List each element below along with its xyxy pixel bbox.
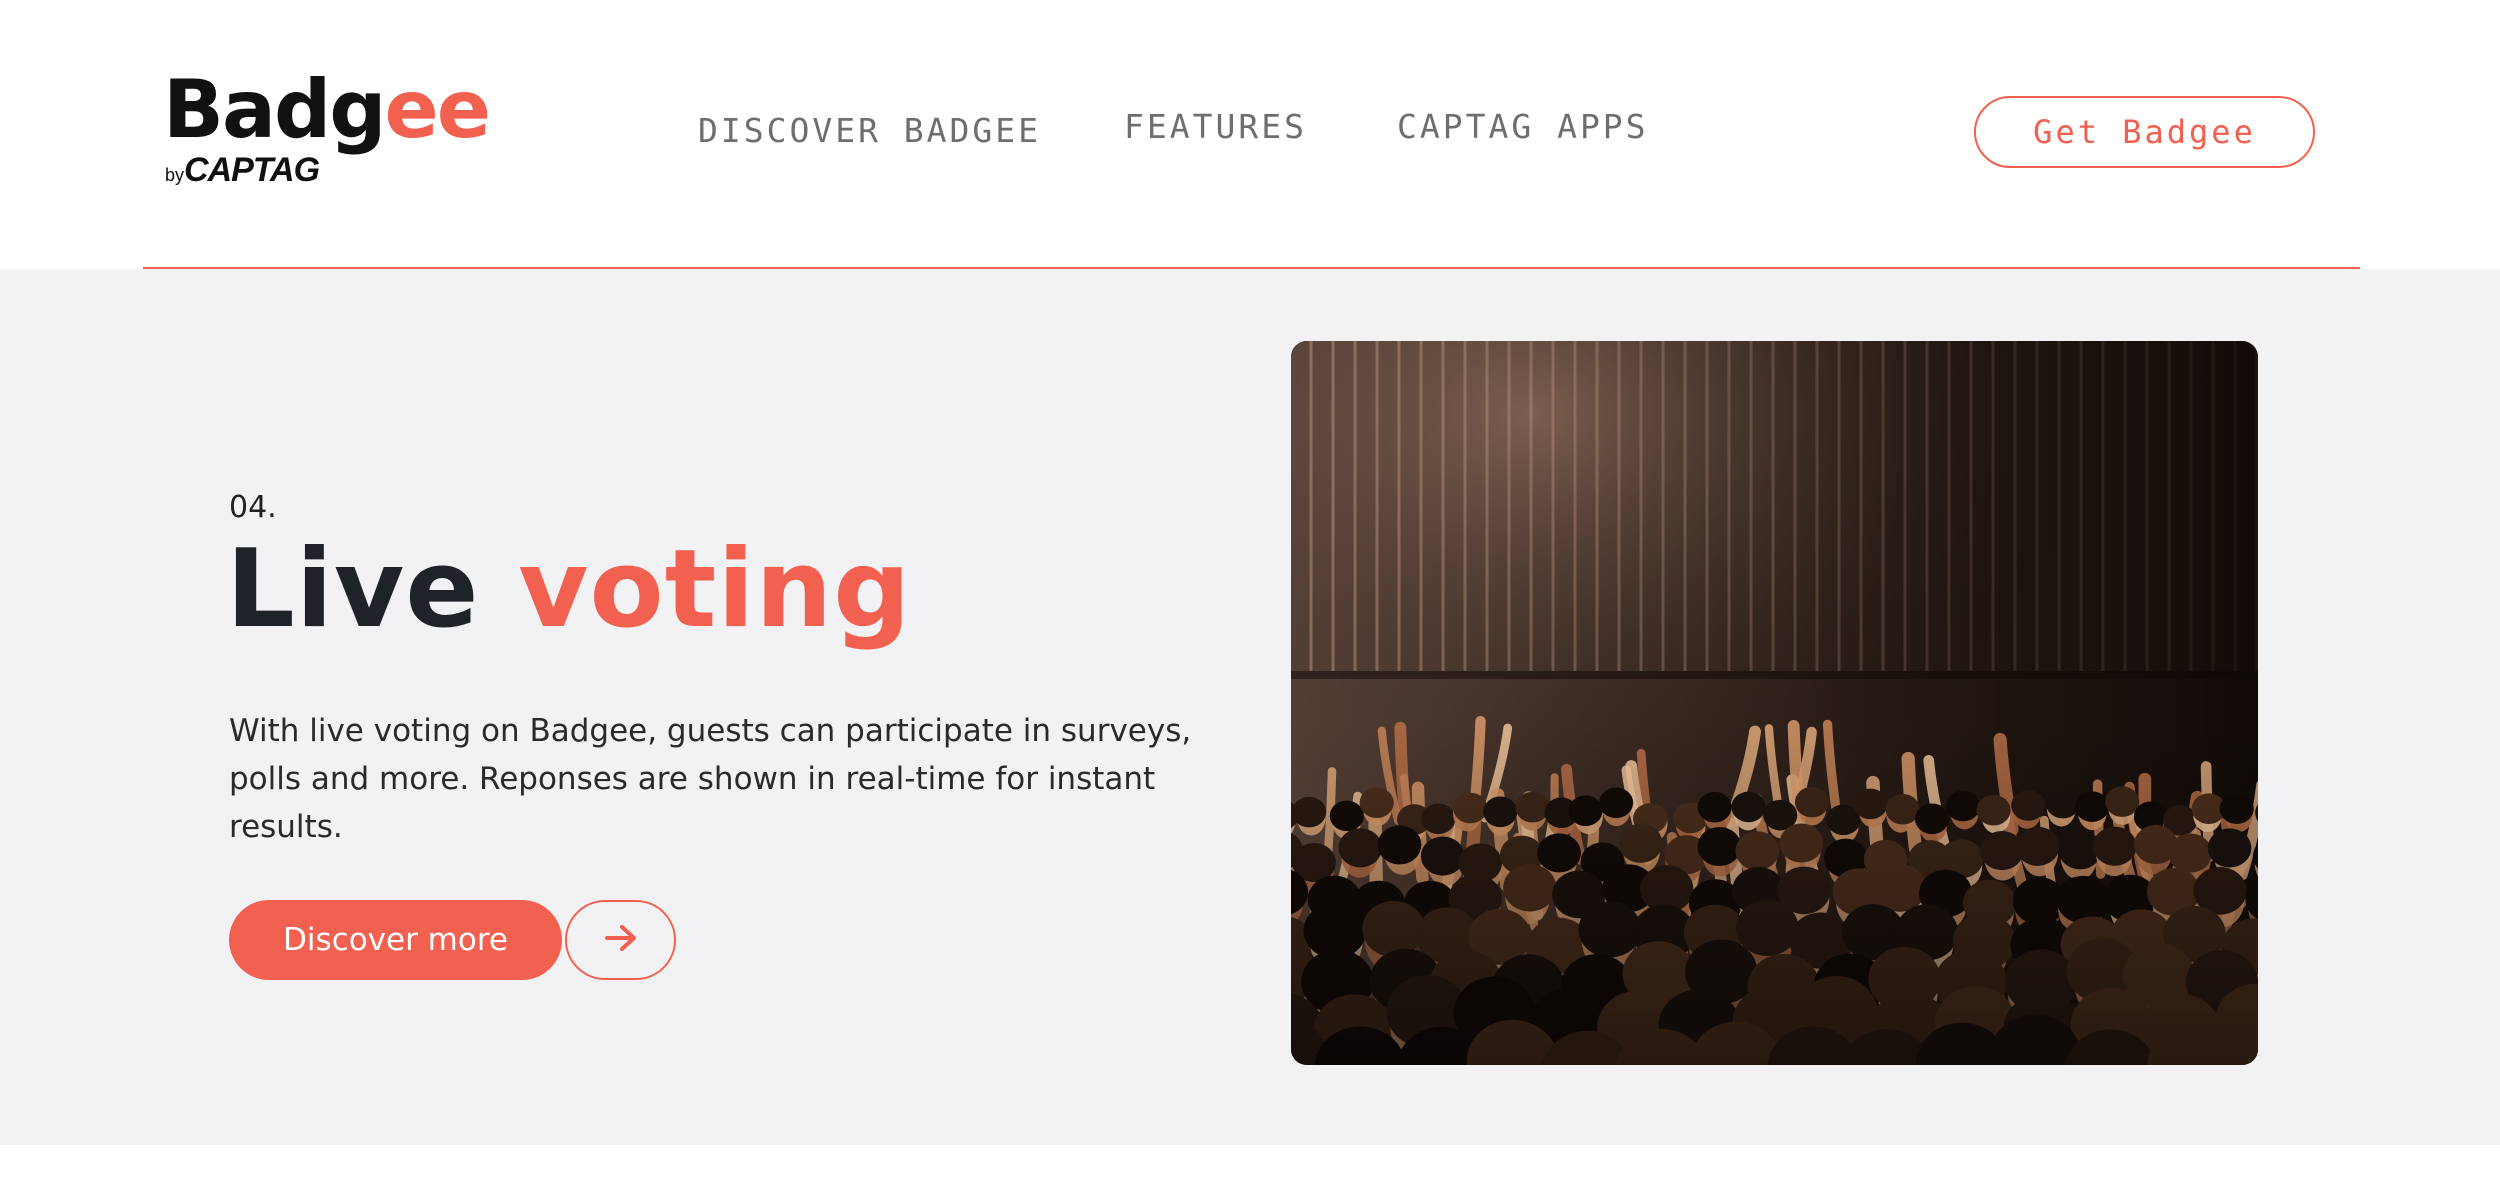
crowd-photo	[1291, 341, 2258, 1065]
feature-title-accent: voting	[518, 527, 912, 652]
feature-number: 04.	[229, 490, 277, 525]
feature-description: With live voting on Badgee, guests can p…	[229, 713, 1192, 845]
discover-more-button[interactable]: Discover more	[229, 900, 562, 980]
arrow-button[interactable]	[565, 900, 676, 980]
feature-section: 04. Live voting With live voting on Badg…	[0, 269, 2500, 1145]
get-badgee-button[interactable]: Get Badgee	[1974, 96, 2315, 168]
site-header: Badgee byCAPTAG DISCOVER BADGEE FEATURES…	[0, 0, 2500, 269]
nav-features[interactable]: FEATURES	[1124, 110, 1307, 143]
feature-title: Live voting	[226, 530, 912, 650]
logo-accent-text: ee	[384, 63, 492, 156]
nav-discover-badgee[interactable]: DISCOVER BADGEE	[698, 114, 1041, 147]
logo-byline: byCAPTAG	[165, 151, 320, 189]
logo-by-text: by	[165, 165, 185, 185]
logo-captag-text: CAPTAG	[184, 151, 320, 189]
feature-title-main: Live	[226, 527, 480, 652]
nav-captag-apps[interactable]: CAPTAG APPS	[1397, 110, 1649, 143]
discover-more-label: Discover more	[283, 922, 508, 958]
logo-wordmark: Badgee	[163, 70, 491, 150]
badgee-logo[interactable]: Badgee byCAPTAG	[163, 70, 491, 190]
logo-main-text: Badg	[163, 63, 386, 156]
get-badgee-label: Get Badgee	[2033, 113, 2256, 151]
arrow-right-icon	[604, 923, 638, 957]
